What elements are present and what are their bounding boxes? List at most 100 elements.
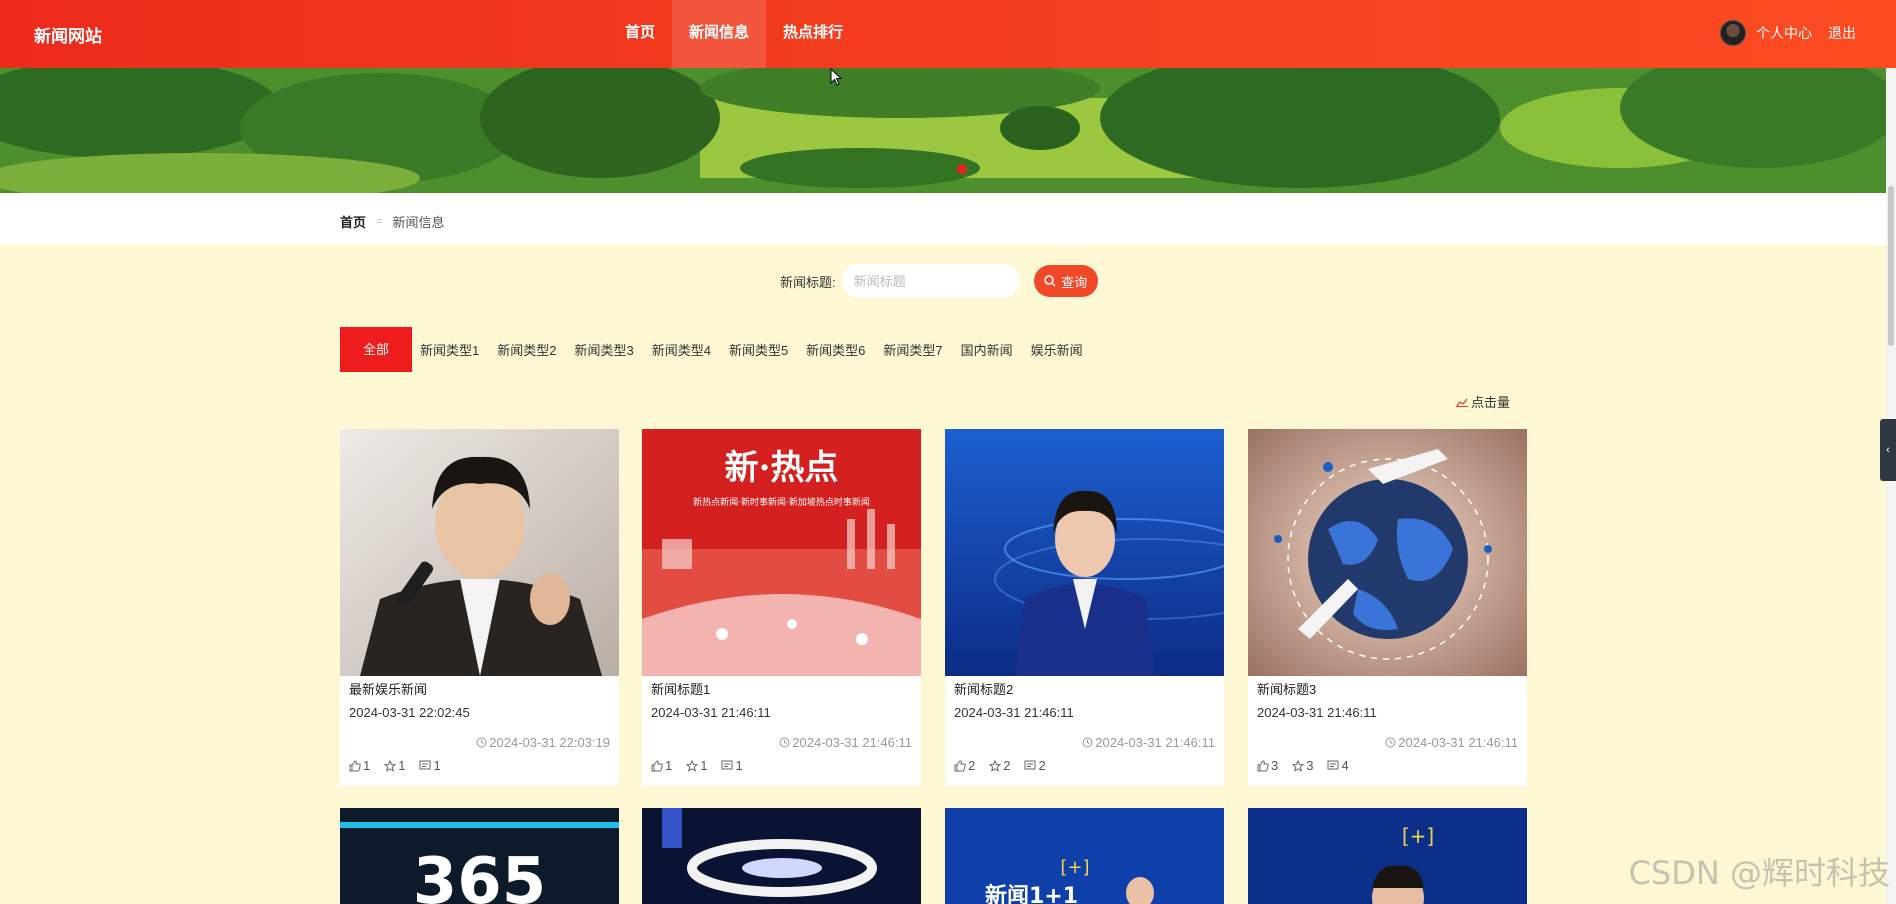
- top-navbar: 新闻网站 首页 新闻信息 热点排行 个人中心 退出: [0, 0, 1896, 68]
- news-card-partial[interactable]: [+]: [1248, 808, 1527, 904]
- search-label: 新闻标题:: [780, 274, 836, 290]
- favorite-count[interactable]: 2: [989, 758, 1010, 773]
- side-panel-toggle[interactable]: ‹: [1880, 419, 1896, 481]
- card-time: 2024-03-31 21:46:11: [779, 735, 912, 750]
- clock-icon: [476, 737, 487, 748]
- trend-icon: [1456, 398, 1468, 407]
- news-card[interactable]: 新·热点 新热点新闻·新时事新闻·新加坡热点时事新闻 新闻标题1 2024-03…: [642, 429, 921, 786]
- svg-text:[+]: [+]: [1060, 857, 1089, 878]
- breadcrumb: 首页 = 新闻信息: [340, 212, 444, 231]
- news-image-news-1plus1: [+] 新闻1+1: [945, 808, 1224, 904]
- news-image-studio: [642, 808, 921, 904]
- card-stats: 3 3 4: [1257, 758, 1363, 773]
- news-image-singer: [340, 429, 619, 676]
- nav-hot-ranking[interactable]: 热点排行: [766, 0, 860, 68]
- vertical-scrollbar[interactable]: [1886, 68, 1896, 904]
- search-button-label: 查询: [1061, 274, 1088, 290]
- news-image-hot-poster: 新·热点 新热点新闻·新时事新闻·新加坡热点时事新闻: [642, 429, 921, 676]
- news-card-partial[interactable]: [642, 808, 921, 904]
- avatar[interactable]: [1720, 20, 1746, 46]
- category-type2[interactable]: 新闻类型2: [497, 340, 556, 359]
- news-image-anchor-map: [+]: [1248, 808, 1527, 904]
- user-area: 个人中心 退出: [1720, 20, 1856, 46]
- card-subtitle: 2024-03-31 22:02:45: [349, 705, 470, 720]
- comment-count[interactable]: 2: [1024, 758, 1046, 773]
- main-nav: 首页 新闻信息 热点排行: [608, 0, 860, 68]
- news-card[interactable]: 新闻标题2 2024-03-31 21:46:11 2024-03-31 21:…: [945, 429, 1224, 786]
- nav-home[interactable]: 首页: [608, 0, 672, 68]
- news-card-partial[interactable]: 365: [340, 808, 619, 904]
- news-image-anchor: [945, 429, 1224, 676]
- sort-by-clicks[interactable]: 点击量: [1456, 392, 1510, 411]
- svg-text:365: 365: [413, 845, 547, 904]
- watermark: CSDN @辉时科技: [1628, 854, 1890, 892]
- news-image-365: 365: [340, 808, 619, 904]
- like-count[interactable]: 1: [651, 758, 672, 773]
- site-logo[interactable]: 新闻网站: [34, 22, 102, 47]
- card-stats: 2 2 2: [954, 758, 1060, 773]
- comment-icon: [721, 760, 733, 769]
- user-center-link[interactable]: 个人中心: [1756, 23, 1812, 43]
- mouse-pointer-icon: [830, 68, 843, 86]
- like-count[interactable]: 1: [349, 758, 370, 773]
- category-type1[interactable]: 新闻类型1: [420, 340, 479, 359]
- card-time-text: 2024-03-31 21:46:11: [792, 735, 912, 750]
- poster-caption: 新热点新闻·新时事新闻·新加坡热点时事新闻: [693, 496, 870, 508]
- category-type6[interactable]: 新闻类型6: [806, 340, 865, 359]
- clock-icon: [1385, 737, 1396, 748]
- search-icon: [1044, 275, 1056, 287]
- card-time-text: 2024-03-31 22:03:19: [489, 735, 610, 750]
- logout-link[interactable]: 退出: [1828, 23, 1856, 43]
- category-domestic[interactable]: 国内新闻: [961, 340, 1013, 359]
- search-button[interactable]: 查询: [1033, 265, 1098, 297]
- star-icon: [686, 759, 699, 772]
- clock-icon: [779, 737, 790, 748]
- news-card[interactable]: 最新娱乐新闻 2024-03-31 22:02:45 2024-03-31 22…: [340, 429, 619, 786]
- breadcrumb-current: 新闻信息: [392, 215, 445, 230]
- favorite-count[interactable]: 1: [686, 758, 707, 773]
- favorite-count[interactable]: 3: [1292, 758, 1313, 773]
- card-time-text: 2024-03-31 21:46:11: [1095, 735, 1215, 750]
- carousel-dot[interactable]: [957, 164, 967, 174]
- card-title: 新闻标题2: [954, 682, 1014, 697]
- category-type5[interactable]: 新闻类型5: [729, 340, 788, 359]
- category-entertainment[interactable]: 娱乐新闻: [1031, 340, 1083, 359]
- category-type3[interactable]: 新闻类型3: [574, 340, 633, 359]
- card-time: 2024-03-31 21:46:11: [1082, 735, 1215, 750]
- comment-icon: [1024, 760, 1036, 769]
- comment-count[interactable]: 1: [419, 758, 441, 773]
- category-type7[interactable]: 新闻类型7: [883, 340, 942, 359]
- star-icon: [384, 759, 397, 772]
- park-landscape-image: [0, 68, 1886, 193]
- scrollbar-thumb[interactable]: [1888, 186, 1894, 346]
- category-type4[interactable]: 新闻类型4: [652, 340, 711, 359]
- search-input[interactable]: [841, 264, 1020, 298]
- like-count[interactable]: 3: [1257, 758, 1278, 773]
- like-count[interactable]: 2: [954, 758, 975, 773]
- thumbs-up-icon: [1257, 759, 1269, 771]
- search-bar: 新闻标题: 查询: [780, 264, 1098, 298]
- favorite-count[interactable]: 1: [384, 758, 405, 773]
- card-time: 2024-03-31 21:46:11: [1385, 735, 1518, 750]
- comment-icon: [1327, 760, 1339, 769]
- card-title: 最新娱乐新闻: [349, 682, 428, 697]
- card-time-text: 2024-03-31 21:46:11: [1398, 735, 1518, 750]
- nav-news-info[interactable]: 新闻信息: [672, 0, 767, 68]
- card-time: 2024-03-31 22:03:19: [476, 735, 610, 750]
- breadcrumb-home[interactable]: 首页: [340, 212, 366, 231]
- news-card-partial[interactable]: [+] 新闻1+1: [945, 808, 1224, 904]
- thumbs-up-icon: [349, 759, 361, 771]
- sort-label: 点击量: [1471, 395, 1511, 410]
- category-all[interactable]: 全部: [340, 327, 412, 372]
- comment-count[interactable]: 1: [721, 758, 743, 773]
- comment-count[interactable]: 4: [1327, 758, 1349, 773]
- card-subtitle: 2024-03-31 21:46:11: [651, 705, 771, 720]
- card-title: 新闻标题3: [1257, 682, 1317, 697]
- news-card[interactable]: 新闻标题3 2024-03-31 21:46:11 2024-03-31 21:…: [1248, 429, 1527, 786]
- thumbs-up-icon: [651, 759, 663, 771]
- category-tabs: 全部 新闻类型1 新闻类型2 新闻类型3 新闻类型4 新闻类型5 新闻类型6 新…: [340, 327, 1101, 372]
- banner-carousel[interactable]: [0, 68, 1886, 193]
- svg-text:新闻1+1: 新闻1+1: [985, 883, 1078, 904]
- clock-icon: [1082, 737, 1093, 748]
- poster-headline: 新·热点: [725, 448, 839, 488]
